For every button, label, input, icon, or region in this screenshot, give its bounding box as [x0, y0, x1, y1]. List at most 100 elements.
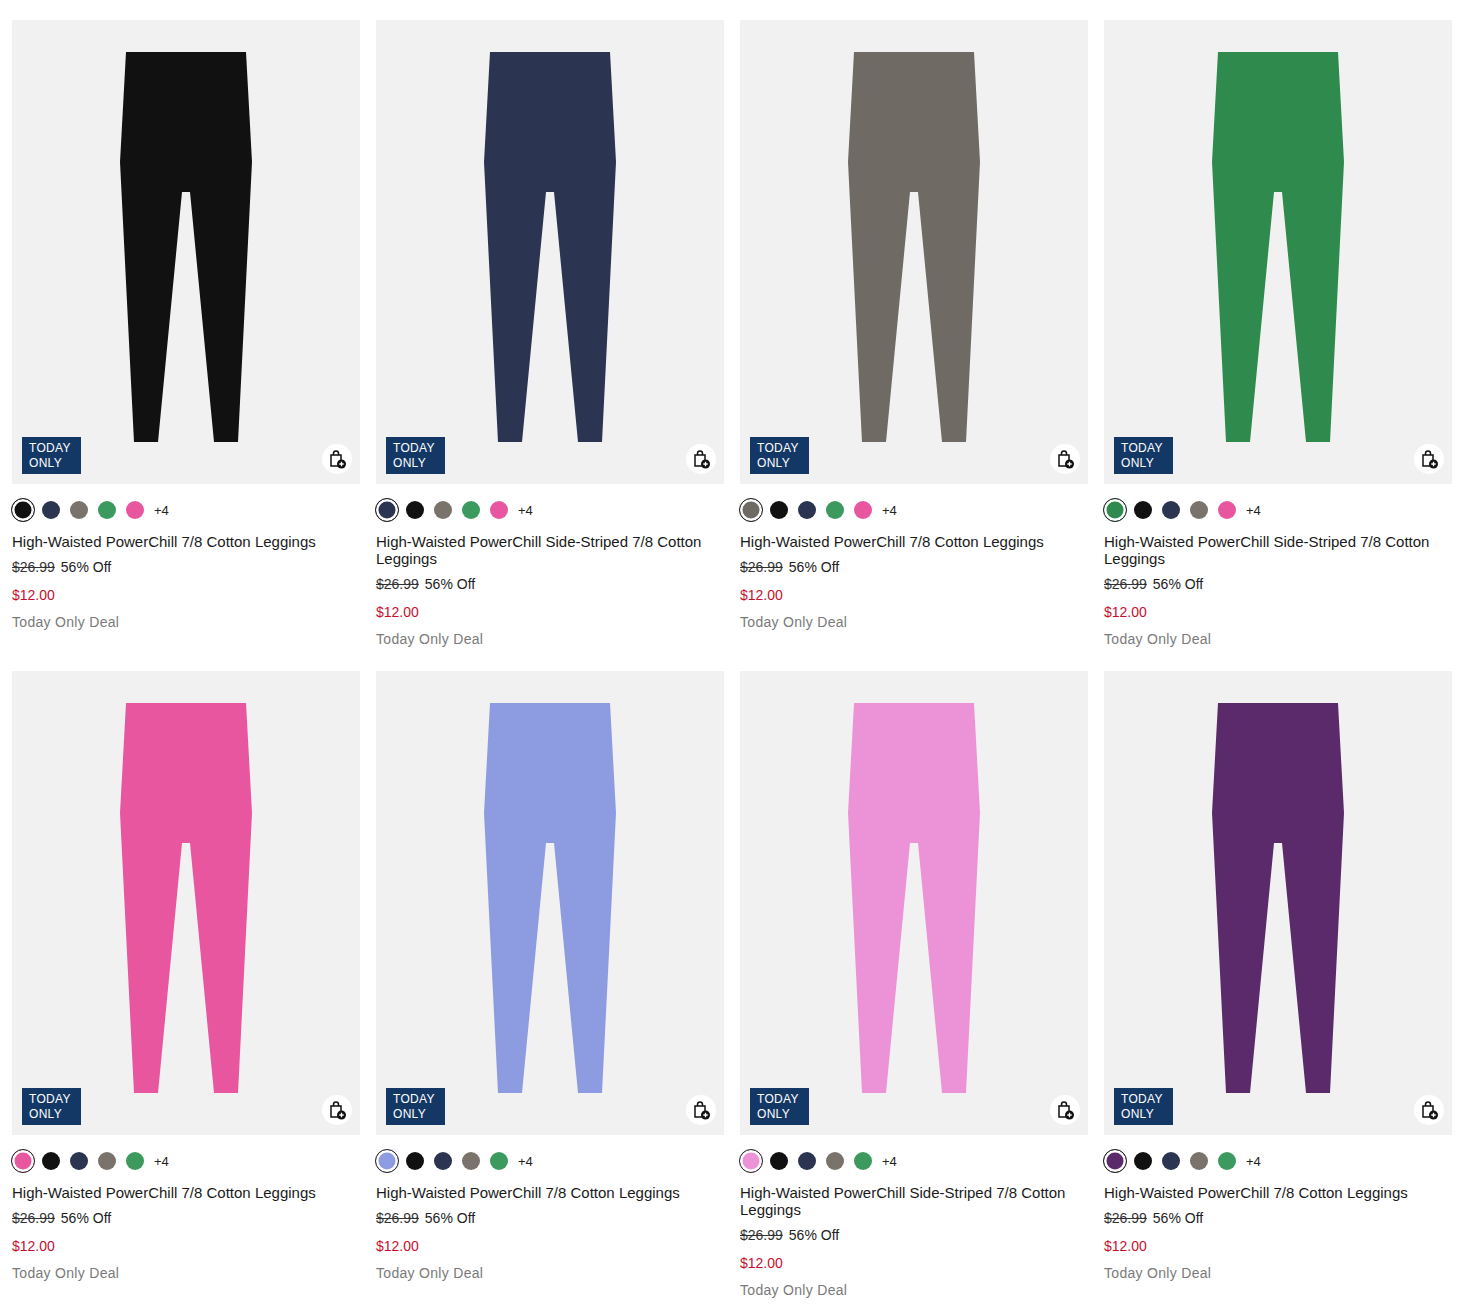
deal-label: Today Only Deal [12, 1265, 360, 1282]
deal-label: Today Only Deal [376, 631, 724, 648]
color-swatch[interactable] [739, 1149, 763, 1173]
product-title[interactable]: High-Waisted PowerChill Side-Striped 7/8… [1104, 533, 1452, 567]
add-to-bag-button[interactable] [1414, 1095, 1444, 1125]
today-only-badge: TODAY ONLY [750, 437, 809, 474]
leggings-icon [470, 42, 630, 462]
color-swatch[interactable] [1190, 1152, 1208, 1170]
discount: 56% Off [425, 1210, 475, 1227]
color-swatch[interactable] [739, 498, 763, 522]
original-price: $26.99 [12, 1210, 55, 1227]
color-swatch[interactable] [798, 501, 816, 519]
product-title[interactable]: High-Waisted PowerChill 7/8 Cotton Leggi… [1104, 1184, 1452, 1201]
color-swatch[interactable] [1190, 501, 1208, 519]
more-colors[interactable]: +4 [1246, 503, 1261, 518]
color-swatch[interactable] [406, 1152, 424, 1170]
add-to-bag-button[interactable] [1050, 1095, 1080, 1125]
product-card[interactable]: TODAY ONLY +4 High-Waisted PowerChill 7/8 … [1104, 671, 1452, 1282]
color-swatch[interactable] [490, 501, 508, 519]
color-swatch[interactable] [1162, 501, 1180, 519]
product-card[interactable]: TODAY ONLY +4 High-Waisted PowerChill Side… [740, 671, 1088, 1299]
color-swatch[interactable] [42, 501, 60, 519]
product-title[interactable]: High-Waisted PowerChill 7/8 Cotton Leggi… [740, 533, 1088, 550]
color-swatch[interactable] [11, 1149, 35, 1173]
color-swatch[interactable] [42, 1152, 60, 1170]
original-price: $26.99 [1104, 576, 1147, 593]
product-card[interactable]: TODAY ONLY +4 High-Waisted PowerChill Side… [1104, 20, 1452, 648]
color-swatch[interactable] [434, 501, 452, 519]
add-to-bag-button[interactable] [322, 444, 352, 474]
more-colors[interactable]: +4 [882, 503, 897, 518]
color-swatch[interactable] [1134, 1152, 1152, 1170]
product-title[interactable]: High-Waisted PowerChill 7/8 Cotton Leggi… [12, 533, 360, 550]
product-image[interactable]: TODAY ONLY [1104, 671, 1452, 1135]
color-swatch[interactable] [490, 1152, 508, 1170]
color-swatch[interactable] [1134, 501, 1152, 519]
add-to-bag-icon [1419, 449, 1439, 469]
color-swatch[interactable] [126, 1152, 144, 1170]
add-to-bag-icon [1419, 1100, 1439, 1120]
add-to-bag-icon [691, 1100, 711, 1120]
color-swatch[interactable] [826, 1152, 844, 1170]
product-image[interactable]: TODAY ONLY [376, 671, 724, 1135]
add-to-bag-button[interactable] [322, 1095, 352, 1125]
add-to-bag-icon [1055, 449, 1075, 469]
product-image[interactable]: TODAY ONLY [740, 20, 1088, 484]
color-swatch[interactable] [406, 501, 424, 519]
color-swatch[interactable] [854, 1152, 872, 1170]
more-colors[interactable]: +4 [882, 1154, 897, 1169]
deal-label: Today Only Deal [376, 1265, 724, 1282]
sale-price: $12.00 [1104, 1238, 1452, 1255]
color-swatch[interactable] [854, 501, 872, 519]
more-colors[interactable]: +4 [518, 1154, 533, 1169]
color-swatch[interactable] [98, 501, 116, 519]
add-to-bag-button[interactable] [1414, 444, 1444, 474]
product-image[interactable]: TODAY ONLY [740, 671, 1088, 1135]
discount: 56% Off [61, 1210, 111, 1227]
product-image[interactable]: TODAY ONLY [376, 20, 724, 484]
leggings-icon [1198, 42, 1358, 462]
color-swatch[interactable] [126, 501, 144, 519]
color-swatch[interactable] [1218, 501, 1236, 519]
color-swatch[interactable] [375, 498, 399, 522]
product-image[interactable]: TODAY ONLY [12, 671, 360, 1135]
color-swatch[interactable] [70, 501, 88, 519]
product-card[interactable]: TODAY ONLY +4 High-Waisted PowerChill 7/8 … [740, 20, 1088, 631]
color-swatches: +4 [12, 1152, 360, 1170]
color-swatch[interactable] [70, 1152, 88, 1170]
today-only-badge: TODAY ONLY [1114, 437, 1173, 474]
add-to-bag-button[interactable] [686, 1095, 716, 1125]
product-card[interactable]: TODAY ONLY +4 High-Waisted PowerChill 7/8 … [376, 671, 724, 1282]
today-only-badge: TODAY ONLY [386, 1088, 445, 1125]
price-row: $26.9956% Off [376, 576, 724, 593]
more-colors[interactable]: +4 [154, 1154, 169, 1169]
color-swatch[interactable] [11, 498, 35, 522]
product-image[interactable]: TODAY ONLY [12, 20, 360, 484]
color-swatch[interactable] [98, 1152, 116, 1170]
color-swatch[interactable] [1103, 498, 1127, 522]
discount: 56% Off [61, 559, 111, 576]
product-card[interactable]: TODAY ONLY +4 High-Waisted PowerChill 7/8 … [12, 20, 360, 631]
color-swatch[interactable] [1103, 1149, 1127, 1173]
product-card[interactable]: TODAY ONLY +4 High-Waisted PowerChill Side… [376, 20, 724, 648]
color-swatch[interactable] [462, 501, 480, 519]
color-swatch[interactable] [770, 501, 788, 519]
more-colors[interactable]: +4 [1246, 1154, 1261, 1169]
color-swatch[interactable] [462, 1152, 480, 1170]
color-swatch[interactable] [375, 1149, 399, 1173]
color-swatch[interactable] [770, 1152, 788, 1170]
add-to-bag-button[interactable] [1050, 444, 1080, 474]
color-swatch[interactable] [434, 1152, 452, 1170]
color-swatch[interactable] [1218, 1152, 1236, 1170]
color-swatch[interactable] [1162, 1152, 1180, 1170]
product-image[interactable]: TODAY ONLY [1104, 20, 1452, 484]
color-swatch[interactable] [826, 501, 844, 519]
color-swatch[interactable] [798, 1152, 816, 1170]
product-title[interactable]: High-Waisted PowerChill 7/8 Cotton Leggi… [376, 1184, 724, 1201]
more-colors[interactable]: +4 [154, 503, 169, 518]
product-title[interactable]: High-Waisted PowerChill Side-Striped 7/8… [376, 533, 724, 567]
add-to-bag-button[interactable] [686, 444, 716, 474]
product-title[interactable]: High-Waisted PowerChill 7/8 Cotton Leggi… [12, 1184, 360, 1201]
more-colors[interactable]: +4 [518, 503, 533, 518]
product-card[interactable]: TODAY ONLY +4 High-Waisted PowerChill 7/8 … [12, 671, 360, 1282]
product-title[interactable]: High-Waisted PowerChill Side-Striped 7/8… [740, 1184, 1088, 1218]
